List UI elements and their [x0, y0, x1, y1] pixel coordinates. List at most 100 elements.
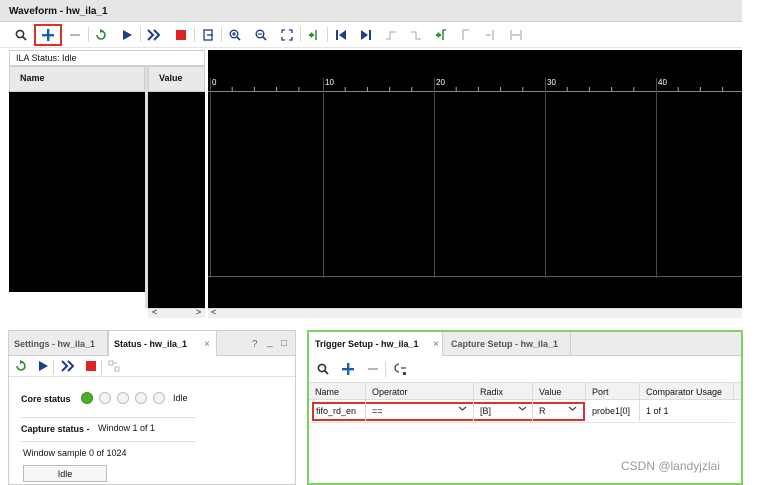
zoom-fit-icon[interactable]: [278, 26, 296, 44]
maximize-icon[interactable]: □: [281, 338, 287, 349]
add-icon[interactable]: [341, 362, 355, 379]
value-select[interactable]: R: [539, 406, 546, 416]
column-header-radix[interactable]: Radix: [480, 387, 503, 397]
grid-line: [656, 78, 657, 278]
run-trigger-icon[interactable]: [92, 26, 110, 44]
radix-select[interactable]: [B]: [480, 406, 491, 416]
toolbar-separator: [194, 27, 195, 42]
prev-transition-icon[interactable]: [382, 26, 400, 44]
value-list[interactable]: [148, 92, 205, 308]
tab-trigger-setup-label: Trigger Setup - hw_ila_1: [315, 339, 419, 349]
status-toolbar: [9, 357, 295, 377]
run-immediate-icon[interactable]: [61, 360, 75, 375]
column-header-name[interactable]: Name: [315, 387, 339, 397]
scroll-left-icon[interactable]: <: [152, 307, 157, 317]
core-status-label: Core status: [21, 394, 71, 404]
tab-trigger-setup[interactable]: Trigger Setup - hw_ila_1 ×: [309, 332, 443, 356]
window-title: Waveform - hw_ila_1: [0, 0, 742, 22]
grid-line: [434, 78, 435, 278]
run-icon[interactable]: [37, 360, 49, 375]
status-panel-tabs: Settings - hw_ila_1 Status - hw_ila_1 × …: [9, 331, 295, 356]
toolbar-separator: [300, 27, 301, 42]
col-divider: [365, 383, 366, 401]
column-header-comparator[interactable]: Comparator Usage: [646, 387, 722, 397]
tab-status[interactable]: Status - hw_ila_1 ×: [109, 331, 217, 356]
col-divider: [532, 402, 533, 421]
export-icon[interactable]: [199, 26, 217, 44]
add-marker-icon[interactable]: [305, 26, 323, 44]
column-header-value[interactable]: Value: [539, 387, 561, 397]
stop-icon[interactable]: [172, 26, 190, 44]
range-icon[interactable]: [507, 26, 525, 44]
status-led: [117, 392, 129, 404]
col-divider: [473, 402, 474, 421]
help-icon[interactable]: ?: [252, 339, 258, 350]
row-name[interactable]: fifo_rd_en: [316, 406, 356, 416]
col-divider: [585, 383, 586, 401]
close-icon[interactable]: ×: [433, 339, 439, 350]
zoom-in-icon[interactable]: [226, 26, 244, 44]
zoom-out-icon[interactable]: [252, 26, 270, 44]
waveform-canvas[interactable]: 0 10 20 30 40: [208, 50, 742, 308]
value-column-header[interactable]: Value: [148, 66, 205, 92]
col-divider: [639, 402, 640, 421]
add-cursor-icon[interactable]: [432, 26, 450, 44]
export-icon[interactable]: [108, 360, 120, 375]
idle-button[interactable]: Idle: [23, 465, 107, 482]
name-column-header[interactable]: Name: [9, 66, 145, 92]
search-icon[interactable]: [317, 363, 329, 378]
chevron-down-icon[interactable]: [518, 404, 527, 416]
scroll-left-icon[interactable]: <: [211, 307, 216, 317]
chevron-down-icon[interactable]: [568, 404, 577, 416]
grid-line: [210, 78, 211, 278]
name-list[interactable]: [9, 92, 145, 292]
capture-status-value: Window 1 of 1: [98, 423, 156, 433]
watermark: CSDN @landyjzlai: [621, 459, 720, 473]
operator-select[interactable]: ==: [372, 406, 383, 416]
col-divider: [639, 383, 640, 401]
table-row[interactable]: fifo_rd_en == [B] R probe1[0] 1 of 1: [309, 401, 741, 421]
stop-icon[interactable]: [85, 360, 97, 375]
minor-ticks: [231, 87, 724, 91]
remove-icon[interactable]: [66, 26, 84, 44]
toolbar-separator: [327, 27, 328, 42]
next-transition-icon[interactable]: [407, 26, 425, 44]
tab-settings[interactable]: Settings - hw_ila_1: [14, 339, 95, 349]
add-icon[interactable]: [34, 24, 62, 46]
status-panel: Settings - hw_ila_1 Status - hw_ila_1 × …: [8, 330, 296, 485]
run-trigger-icon[interactable]: [15, 360, 27, 375]
run-icon[interactable]: [118, 26, 136, 44]
column-header-operator[interactable]: Operator: [372, 387, 408, 397]
grid-line: [323, 78, 324, 278]
scroll-right-icon[interactable]: >: [196, 307, 201, 317]
search-icon[interactable]: [12, 26, 30, 44]
waveform-scrollbar[interactable]: <: [208, 307, 742, 318]
toolbar-separator: [385, 362, 386, 377]
swap-cursor-icon[interactable]: [457, 26, 475, 44]
cursor-icon[interactable]: [482, 26, 500, 44]
minimize-icon[interactable]: _: [267, 337, 273, 348]
window-sample: Window sample 0 of 1024: [23, 448, 127, 458]
chevron-down-icon[interactable]: [458, 404, 467, 415]
tab-capture-setup[interactable]: Capture Setup - hw_ila_1: [451, 339, 558, 349]
status-led: [135, 392, 147, 404]
row-divider: [309, 422, 735, 423]
column-header-port[interactable]: Port: [592, 387, 609, 397]
column-splitter[interactable]: [145, 66, 148, 308]
col-divider: [365, 402, 366, 421]
remove-icon[interactable]: [367, 363, 379, 378]
value-scrollbar[interactable]: < >: [148, 307, 205, 318]
ila-status: ILA Status: Idle: [9, 50, 205, 66]
waveform-toolbar: [0, 22, 742, 48]
trigger-toolbar: [309, 357, 741, 381]
toolbar-separator: [140, 27, 141, 42]
go-start-icon[interactable]: [332, 26, 350, 44]
core-status-value: Idle: [173, 393, 188, 403]
close-icon[interactable]: ×: [204, 339, 210, 350]
status-led: [99, 392, 111, 404]
run-immediate-icon[interactable]: [145, 26, 163, 44]
go-end-icon[interactable]: [357, 26, 375, 44]
capture-status-label: Capture status -: [21, 424, 90, 434]
status-led-active: [81, 392, 93, 404]
trigger-condition-icon[interactable]: [393, 362, 407, 379]
